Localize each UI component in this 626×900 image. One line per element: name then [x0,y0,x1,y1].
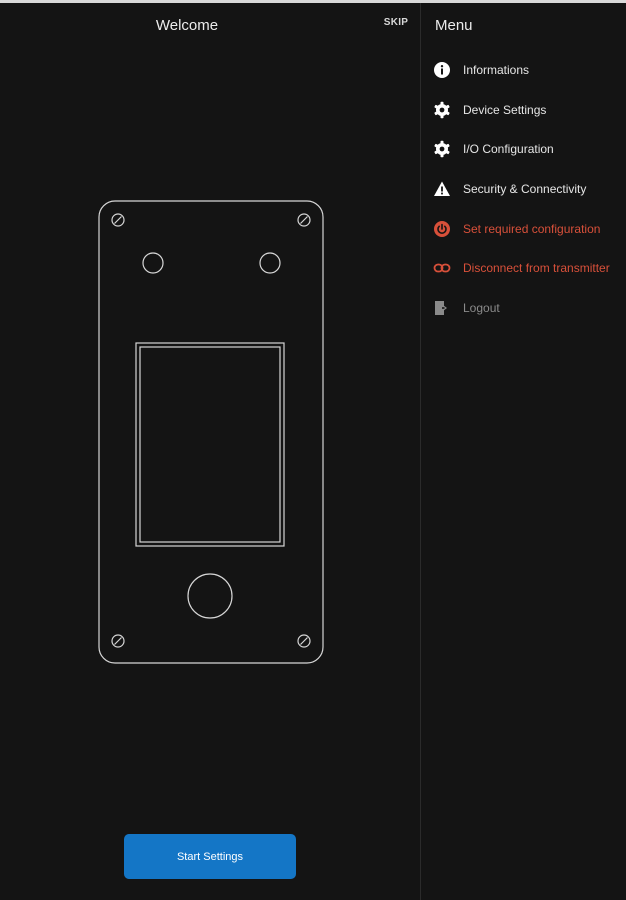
menu-item-label: Security & Connectivity [463,181,587,196]
menu-list: Informations Device Settings I/O Configu… [421,50,626,328]
screen-outer [135,342,285,547]
logout-icon [433,299,451,317]
device-outline [98,200,324,664]
menu-item-label: Logout [463,300,500,315]
skip-button[interactable]: SKIP [374,17,418,28]
screw-bottom-right [297,634,311,648]
device-illustration [98,200,324,664]
menu-item-io-configuration[interactable]: I/O Configuration [421,129,626,169]
page-title: Welcome [155,17,219,34]
menu-item-disconnect-transmitter[interactable]: Disconnect from transmitter [421,248,626,288]
menu-item-logout[interactable]: Logout [421,288,626,328]
screw-top-right [297,213,311,227]
menu-item-label: Disconnect from transmitter [463,261,610,276]
screen-inner [139,346,281,543]
menu-item-label: Informations [463,62,530,77]
menu-panel: Menu Informations Device Settings I/O Co… [421,3,626,900]
screw-bottom-left [111,634,125,648]
menu-item-label: I/O Configuration [463,142,554,157]
sensor-right [259,252,281,274]
menu-item-label: Set required configuration [463,221,601,236]
sensor-left [142,252,164,274]
menu-item-label: Device Settings [463,102,547,117]
menu-item-security-connectivity[interactable]: Security & Connectivity [421,169,626,209]
warning-icon [433,180,451,198]
device-button [187,573,233,619]
screw-top-left [111,213,125,227]
menu-item-informations[interactable]: Informations [421,50,626,90]
welcome-panel: Welcome SKIP Start Settings [0,3,420,900]
start-settings-button[interactable]: Start Settings [124,834,296,879]
power-icon [433,220,451,238]
menu-item-device-settings[interactable]: Device Settings [421,90,626,130]
info-icon [433,61,451,79]
gear-icon [433,140,451,158]
menu-item-set-required-configuration[interactable]: Set required configuration [421,209,626,249]
menu-title: Menu [435,17,473,34]
gear-icon [433,101,451,119]
link-icon [433,259,451,277]
